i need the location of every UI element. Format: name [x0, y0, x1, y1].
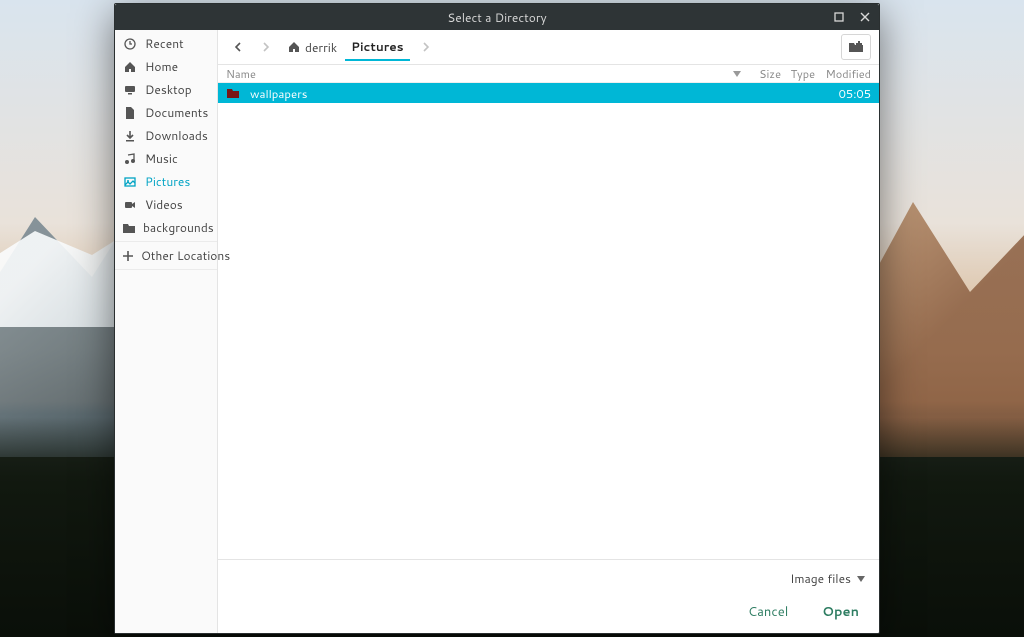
new-folder-button[interactable]: [841, 34, 871, 60]
path-bar: derrik Pictures: [218, 30, 879, 65]
column-modified[interactable]: Modified: [819, 66, 871, 82]
sidebar-item-label: Recent: [145, 35, 184, 52]
nav-back-button[interactable]: [226, 35, 250, 59]
column-headers[interactable]: Name Size Type Modified: [218, 65, 879, 83]
sidebar-item-label: Documents: [145, 104, 208, 121]
open-button[interactable]: Open: [814, 597, 867, 627]
close-button[interactable]: [855, 7, 875, 27]
titlebar[interactable]: Select a Directory: [115, 4, 879, 30]
videos-icon: [123, 198, 137, 212]
sidebar-item-label: Videos: [145, 196, 183, 213]
folder-icon: [123, 221, 135, 235]
download-icon: [123, 129, 137, 143]
home-icon: [288, 41, 300, 53]
plus-icon: [123, 249, 133, 263]
sidebar-item-label: Downloads: [145, 127, 208, 144]
maximize-button[interactable]: [829, 7, 849, 27]
file-type-filter[interactable]: Image files: [788, 566, 867, 591]
folder-icon: [226, 87, 240, 99]
desktop-icon: [123, 83, 137, 97]
sidebar-item-label: Other Locations: [141, 247, 230, 264]
sidebar-item-documents[interactable]: Documents: [115, 101, 217, 124]
window-controls: [829, 4, 875, 30]
sidebar-item-desktop[interactable]: Desktop: [115, 78, 217, 101]
breadcrumb: derrik Pictures: [282, 33, 410, 61]
dialog-footer: Image files Cancel Open: [218, 559, 879, 633]
sidebar-item-label: Home: [145, 58, 178, 75]
desktop-background: Select a Directory Recent Home Desktop Docu…: [0, 0, 1024, 637]
column-name[interactable]: Name: [226, 66, 729, 82]
sidebar-item-home[interactable]: Home: [115, 55, 217, 78]
sidebar-item-label: Desktop: [145, 81, 192, 98]
breadcrumb-label: Pictures: [351, 38, 403, 55]
sidebar-item-downloads[interactable]: Downloads: [115, 124, 217, 147]
file-chooser-window: Select a Directory Recent Home Desktop Docu…: [114, 3, 880, 634]
main-pane: derrik Pictures Name Size Type: [218, 30, 879, 633]
sort-indicator-icon[interactable]: [733, 71, 747, 77]
file-modified: 05:05: [819, 85, 871, 102]
sidebar-item-other-locations[interactable]: Other Locations: [115, 244, 217, 267]
sidebar-item-videos[interactable]: Videos: [115, 193, 217, 216]
sidebar-item-label: backgrounds: [143, 219, 214, 236]
music-icon: [123, 152, 137, 166]
sidebar-item-label: Pictures: [145, 173, 190, 190]
sidebar-item-backgrounds[interactable]: backgrounds: [115, 216, 217, 239]
breadcrumb-segment-pictures[interactable]: Pictures: [345, 33, 409, 61]
clock-icon: [123, 37, 137, 51]
pictures-icon: [123, 175, 137, 189]
document-icon: [123, 106, 137, 120]
sidebar-item-music[interactable]: Music: [115, 147, 217, 170]
window-title: Select a Directory: [447, 9, 546, 26]
filter-label: Image files: [790, 570, 851, 587]
breadcrumb-segment-derrik[interactable]: derrik: [282, 33, 343, 61]
file-row[interactable]: wallpapers 05:05: [218, 83, 879, 103]
column-type[interactable]: Type: [785, 66, 815, 82]
home-icon: [123, 60, 137, 74]
sidebar-item-recent[interactable]: Recent: [115, 32, 217, 55]
cancel-button[interactable]: Cancel: [740, 597, 796, 627]
file-name: wallpapers: [250, 85, 729, 102]
chevron-down-icon: [857, 576, 865, 582]
breadcrumb-next-button[interactable]: [414, 35, 438, 59]
nav-forward-button[interactable]: [254, 35, 278, 59]
column-size[interactable]: Size: [751, 66, 781, 82]
breadcrumb-label: derrik: [305, 39, 337, 56]
dialog-body: Recent Home Desktop Documents Downloads Music…: [115, 30, 879, 633]
places-sidebar: Recent Home Desktop Documents Downloads Music…: [115, 30, 218, 633]
sidebar-item-pictures[interactable]: Pictures: [115, 170, 217, 193]
sidebar-item-label: Music: [145, 150, 178, 167]
file-list[interactable]: wallpapers 05:05: [218, 83, 879, 559]
